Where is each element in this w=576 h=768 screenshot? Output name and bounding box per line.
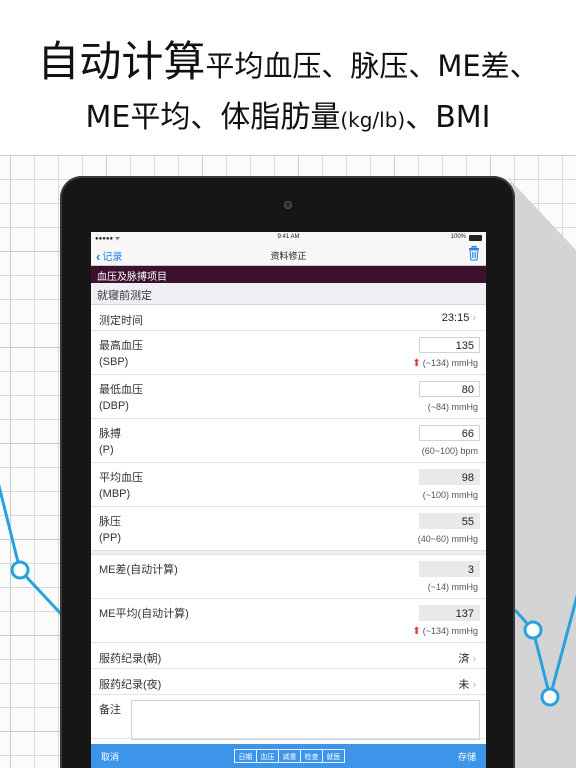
row-label: 服药纪录(朝) [99,653,162,665]
pp-value: 55 [419,513,480,529]
memo-textarea[interactable] [131,700,480,740]
dbp-reference: (~84) mmHg [427,402,478,412]
row-label: 最低血压 [99,384,143,396]
chevron-right-icon: › [472,312,476,324]
memo-row: 备注 [91,695,486,740]
me-diff-value: 3 [419,561,480,577]
me-avg-row: ME平均(自动计算) 137 ⬆ (~134) mmHg [91,599,486,643]
time-text: 23:15 [441,312,470,324]
memo-label: 备注 [99,704,121,716]
med-morning-row[interactable]: 服药纪录(朝) 済 › [91,643,486,669]
trash-icon [469,246,479,261]
pulse-input[interactable]: 66 [419,425,480,441]
red-up-arrow-icon: ⬆ [412,626,421,637]
delete-button[interactable] [468,246,480,266]
app-screen: ●●●●● ᯤ 9:41 AM 100% ‹ 记录 资料修正 血压及脉搏项目 就寝… [91,232,486,768]
headline-line-2: ME平均、体脂肪量(kg/lb)、BMI [0,92,576,136]
row-sublabel: (P) [99,444,114,456]
med-morning-value: 済 › [458,650,476,666]
row-label: 最高血压 [99,340,143,352]
chevron-right-icon: › [472,679,476,691]
measurement-type-header: 就寝前测定 [91,283,486,305]
row-sublabel: (DBP) [99,400,129,412]
row-label: 服药纪录(夜) [99,679,162,691]
me-diff-reference: (~14) mmHg [427,582,478,592]
mbp-value: 98 [419,469,480,485]
pulse-row: 脉搏 (P) 66 (60~100) bpm [91,419,486,463]
chevron-right-icon: › [472,653,476,665]
status-text: 未 [458,679,470,691]
headline-tail-text: 、BMI [405,100,491,135]
dbp-input[interactable]: 80 [419,381,480,397]
measure-time-row[interactable]: 测定时间 23:15 › [91,305,486,331]
sbp-reference: ⬆ (~134) mmHg [412,358,478,369]
camera-icon [284,201,292,209]
status-bar: ●●●●● ᯤ 9:41 AM 100% [91,232,486,243]
headline-big-text: 自动计算 [37,37,206,86]
tab-checkup[interactable]: 检查 [300,749,323,763]
status-text: 済 [458,653,470,665]
me-diff-row: ME差(自动计算) 3 (~14) mmHg [91,555,486,599]
navigation-bar: ‹ 记录 资料修正 [91,243,486,266]
headline-unit-text: (kg/lb) [340,108,406,132]
save-button[interactable]: 存储 [458,750,476,763]
row-sublabel: (PP) [99,532,121,544]
row-label: 脉压 [99,516,121,528]
row-label: 脉搏 [99,428,121,440]
med-night-row[interactable]: 服药纪录(夜) 未 › [91,669,486,695]
headline-line-1: 自动计算平均血压、脉压、ME差、 [0,28,576,89]
headline-main-text: ME平均、体脂肪量 [85,100,341,135]
sbp-input[interactable]: 135 [419,337,480,353]
tab-date[interactable]: 日期 [234,749,257,763]
med-night-value: 未 › [458,676,476,692]
mbp-row: 平均血压 (MBP) 98 (~100) mmHg [91,463,486,507]
dbp-row: 最低血压 (DBP) 80 (~84) mmHg [91,375,486,419]
row-label: ME平均(自动计算) [99,608,189,620]
tab-hospital[interactable]: 就医 [322,749,345,763]
tab-blood-pressure[interactable]: 血压 [256,749,279,763]
headline-rest-text: 平均血压、脉压、ME差、 [205,49,539,83]
status-time: 9:41 AM [277,234,300,240]
nav-title: 资料修正 [270,251,307,261]
row-label: 测定时间 [99,315,143,327]
me-avg-value: 137 [419,605,480,621]
section-header: 血压及脉搏项目 [91,266,486,283]
bottom-toolbar: 取消 日期 血压 减重 检查 就医 存储 [91,744,486,768]
row-label: ME差(自动计算) [99,564,178,576]
red-up-arrow-icon: ⬆ [412,358,421,369]
me-avg-reference: ⬆ (~134) mmHg [412,626,478,637]
sbp-row: 最高血压 (SBP) 135 ⬆ (~134) mmHg [91,331,486,375]
row-sublabel: (SBP) [99,356,129,368]
pp-row: 脉压 (PP) 55 (40~60) mmHg [91,507,486,551]
row-sublabel: (MBP) [99,488,131,500]
pp-reference: (40~60) mmHg [417,534,478,544]
section-tabs: 日期 血压 减重 检查 就医 [234,749,345,763]
battery-percent: 100% [450,234,466,240]
reference-text: (~134) mmHg [422,358,478,368]
mbp-reference: (~100) mmHg [422,490,478,500]
battery-icon [469,235,482,241]
tab-weight[interactable]: 减重 [278,749,301,763]
reference-text: (~134) mmHg [422,626,478,636]
pulse-reference: (60~100) bpm [421,446,478,456]
row-label: 平均血压 [99,472,143,484]
cancel-button[interactable]: 取消 [101,750,119,763]
measure-time-value: 23:15 › [442,312,476,324]
